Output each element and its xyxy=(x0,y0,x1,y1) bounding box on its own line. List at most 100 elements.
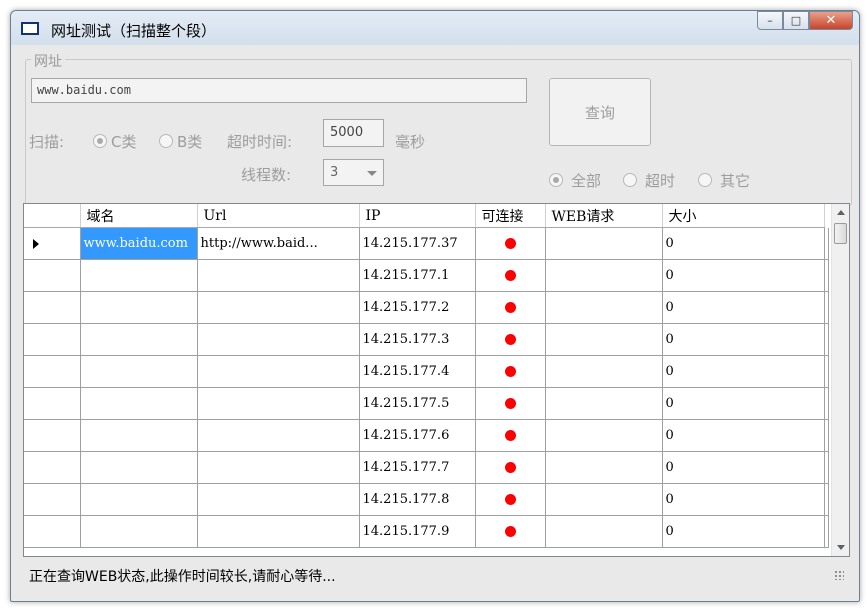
cell-connectable[interactable] xyxy=(475,419,546,452)
column-header-connectable[interactable]: 可连接 xyxy=(475,204,546,228)
cell-ip[interactable]: 14.215.177.2 xyxy=(359,291,476,324)
cell-size[interactable]: 0 xyxy=(662,227,825,260)
radio-scan-c[interactable] xyxy=(93,134,107,148)
cell-ip[interactable]: 14.215.177.1 xyxy=(359,259,476,292)
table-row[interactable]: 14.215.177.4 0 xyxy=(24,355,829,388)
radio-scan-b-label[interactable]: B类 xyxy=(177,131,202,152)
cell-ip[interactable]: 14.215.177.8 xyxy=(359,483,476,516)
cell-web-request[interactable] xyxy=(545,259,663,292)
radio-filter-timeout-label[interactable]: 超时 xyxy=(645,170,675,191)
row-header[interactable] xyxy=(24,387,81,420)
row-header[interactable] xyxy=(24,227,81,260)
threads-select[interactable]: 3 xyxy=(323,159,384,186)
cell-size[interactable]: 0 xyxy=(662,291,825,324)
cell-url[interactable] xyxy=(197,259,360,292)
cell-web-request[interactable] xyxy=(545,323,663,356)
cell-url[interactable] xyxy=(197,515,360,548)
cell-domain[interactable] xyxy=(80,387,198,420)
row-header[interactable] xyxy=(24,259,81,292)
cell-ip[interactable]: 14.215.177.4 xyxy=(359,355,476,388)
cell-ip[interactable]: 14.215.177.5 xyxy=(359,387,476,420)
scroll-up-button[interactable] xyxy=(832,204,849,221)
radio-filter-other-label[interactable]: 其它 xyxy=(720,170,750,191)
cell-web-request[interactable] xyxy=(545,451,663,484)
cell-url[interactable] xyxy=(197,451,360,484)
cell-ip[interactable]: 14.215.177.7 xyxy=(359,451,476,484)
cell-size[interactable]: 0 xyxy=(662,387,825,420)
column-header-size[interactable]: 大小 xyxy=(662,204,825,228)
cell-ip[interactable]: 14.215.177.9 xyxy=(359,515,476,548)
cell-connectable[interactable] xyxy=(475,515,546,548)
cell-connectable[interactable] xyxy=(475,387,546,420)
row-header[interactable] xyxy=(24,515,81,548)
cell-connectable[interactable] xyxy=(475,259,546,292)
column-header-domain[interactable]: 域名 xyxy=(80,204,198,228)
cell-size[interactable]: 0 xyxy=(662,451,825,484)
cell-ip[interactable]: 14.215.177.6 xyxy=(359,419,476,452)
cell-url[interactable] xyxy=(197,419,360,452)
table-row[interactable]: 14.215.177.8 0 xyxy=(24,483,829,516)
cell-ip[interactable]: 14.215.177.3 xyxy=(359,323,476,356)
row-header[interactable] xyxy=(24,291,81,324)
timeout-input[interactable]: 5000 xyxy=(323,119,384,147)
scroll-down-button[interactable] xyxy=(832,539,849,556)
table-row[interactable]: 14.215.177.6 0 xyxy=(24,419,829,452)
scroll-thumb[interactable] xyxy=(834,223,847,244)
minimize-button[interactable]: – xyxy=(757,11,783,30)
cell-connectable[interactable] xyxy=(475,355,546,388)
row-header[interactable] xyxy=(24,323,81,356)
cell-size[interactable]: 0 xyxy=(662,515,825,548)
cell-domain[interactable] xyxy=(80,323,198,356)
cell-size[interactable]: 0 xyxy=(662,355,825,388)
cell-domain[interactable] xyxy=(80,291,198,324)
column-header-web-request[interactable]: WEB请求 xyxy=(545,204,663,228)
close-button[interactable]: ✕ xyxy=(809,11,853,30)
cell-url[interactable] xyxy=(197,387,360,420)
title-bar[interactable]: 网址测试（扫描整个段） – □ ✕ xyxy=(11,11,859,45)
column-header-ip[interactable]: IP xyxy=(359,204,476,228)
table-row[interactable]: 14.215.177.5 0 xyxy=(24,387,829,420)
cell-web-request[interactable] xyxy=(545,291,663,324)
cell-domain[interactable]: www.baidu.com xyxy=(80,227,198,260)
cell-connectable[interactable] xyxy=(475,323,546,356)
cell-url[interactable] xyxy=(197,355,360,388)
table-row[interactable]: www.baidu.com http://www.baid... 14.215.17… xyxy=(24,227,829,260)
radio-scan-c-label[interactable]: C类 xyxy=(111,131,136,152)
cell-connectable[interactable] xyxy=(475,451,546,484)
cell-domain[interactable] xyxy=(80,515,198,548)
cell-web-request[interactable] xyxy=(545,355,663,388)
cell-size[interactable]: 0 xyxy=(662,419,825,452)
cell-web-request[interactable] xyxy=(545,387,663,420)
cell-domain[interactable] xyxy=(80,259,198,292)
cell-domain[interactable] xyxy=(80,483,198,516)
cell-size[interactable]: 0 xyxy=(662,259,825,292)
cell-url[interactable] xyxy=(197,291,360,324)
cell-domain[interactable] xyxy=(80,451,198,484)
radio-filter-timeout[interactable] xyxy=(623,173,637,187)
results-grid[interactable]: 域名 Url IP 可连接 WEB请求 大小 www.baidu.com http… xyxy=(23,203,850,557)
maximize-button[interactable]: □ xyxy=(783,11,809,30)
cell-size[interactable]: 0 xyxy=(662,483,825,516)
resize-grip-icon[interactable] xyxy=(834,570,844,580)
cell-url[interactable] xyxy=(197,483,360,516)
row-header[interactable] xyxy=(24,483,81,516)
cell-size[interactable]: 0 xyxy=(662,323,825,356)
table-row[interactable]: 14.215.177.2 0 xyxy=(24,291,829,324)
cell-domain[interactable] xyxy=(80,419,198,452)
table-row[interactable]: 14.215.177.3 0 xyxy=(24,323,829,356)
cell-connectable[interactable] xyxy=(475,483,546,516)
row-header[interactable] xyxy=(24,451,81,484)
cell-ip[interactable]: 14.215.177.37 xyxy=(359,227,476,260)
radio-filter-other[interactable] xyxy=(698,173,712,187)
cell-web-request[interactable] xyxy=(545,515,663,548)
radio-filter-all[interactable] xyxy=(549,173,563,187)
row-header[interactable] xyxy=(24,355,81,388)
cell-web-request[interactable] xyxy=(545,483,663,516)
query-button[interactable]: 查询 xyxy=(549,78,651,146)
cell-web-request[interactable] xyxy=(545,227,663,260)
table-row[interactable]: 14.215.177.7 0 xyxy=(24,451,829,484)
cell-web-request[interactable] xyxy=(545,419,663,452)
url-input[interactable]: www.baidu.com xyxy=(31,78,527,103)
column-header-url[interactable]: Url xyxy=(197,204,360,228)
cell-url[interactable]: http://www.baid... xyxy=(197,227,360,260)
